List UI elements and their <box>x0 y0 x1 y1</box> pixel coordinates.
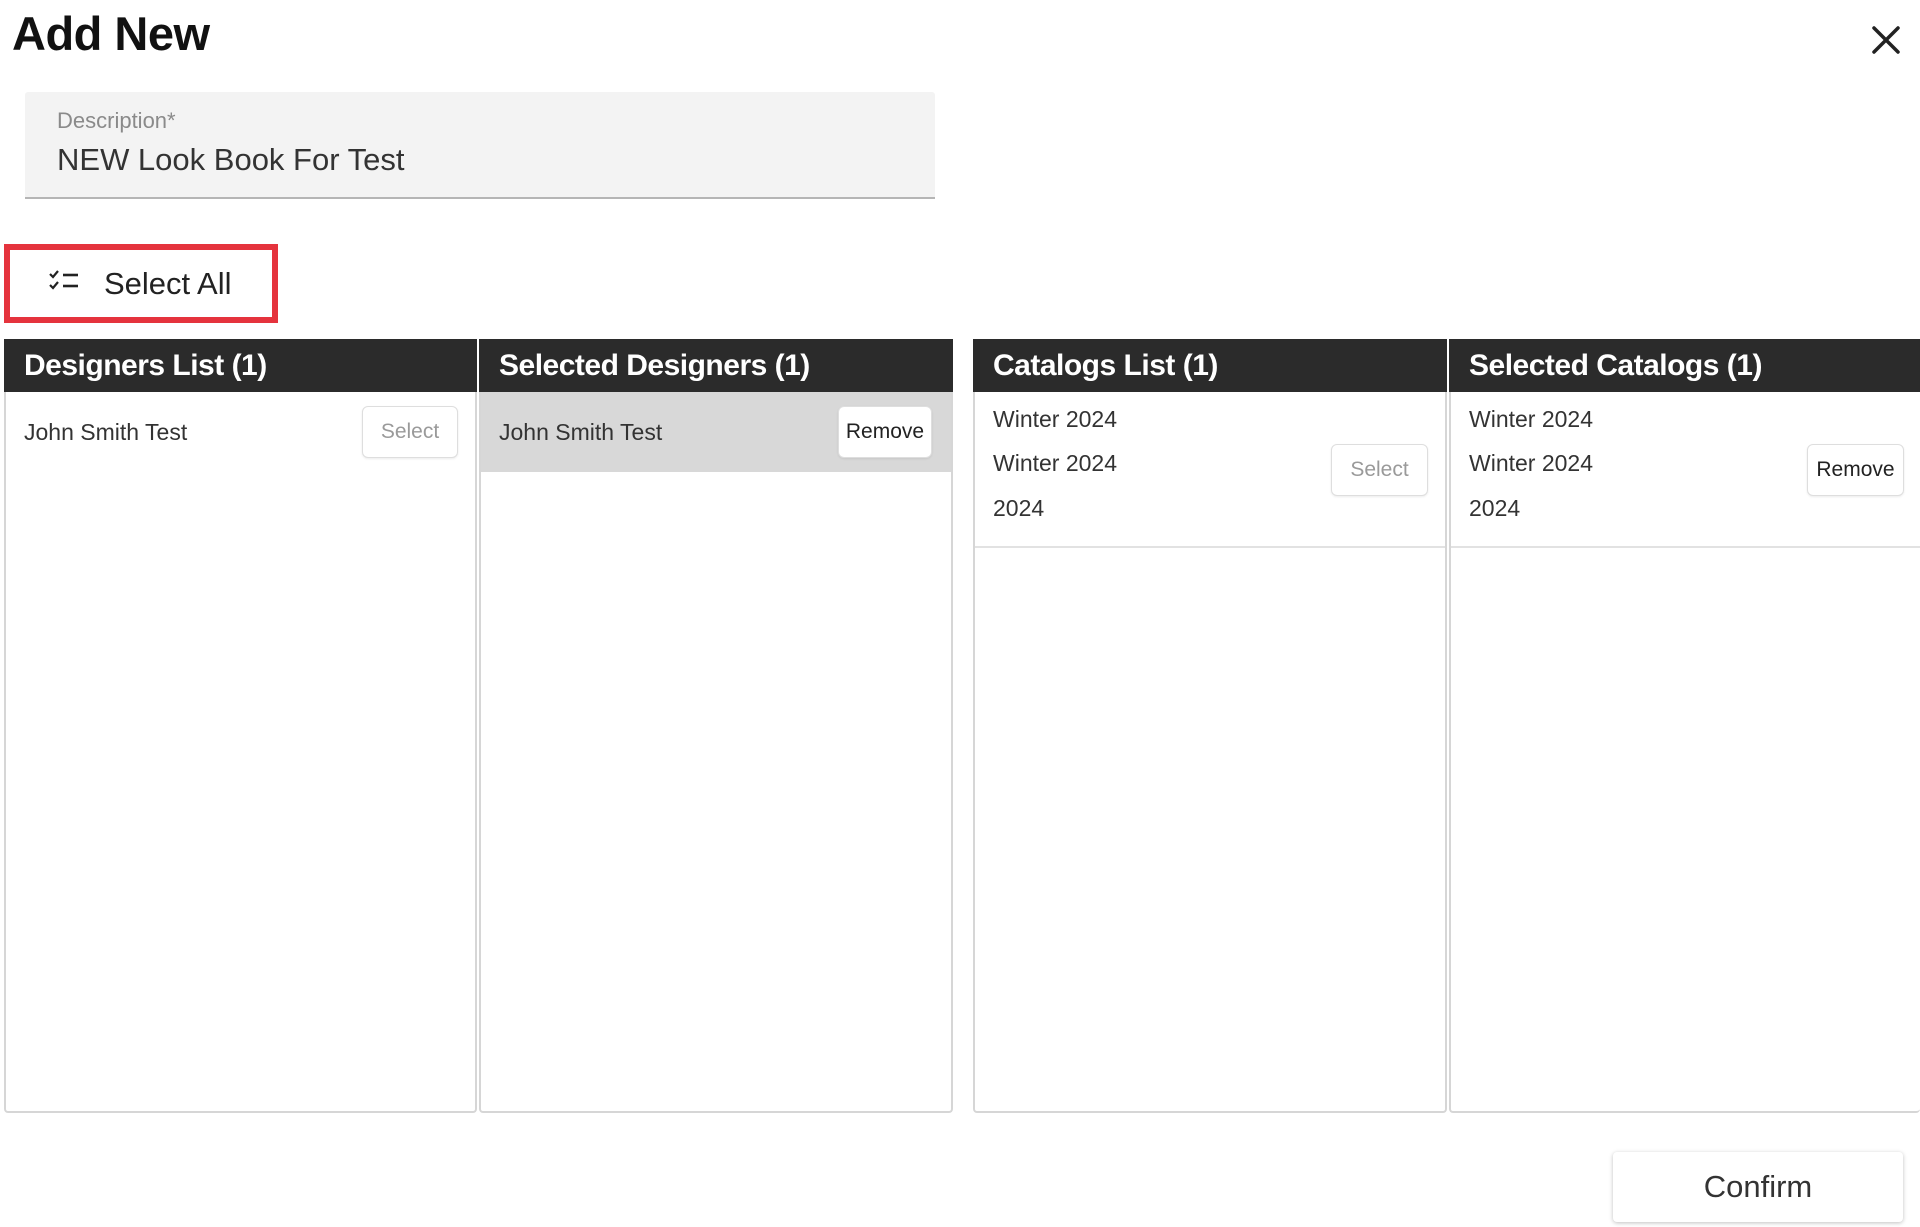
selected-designers-panel: Selected Designers (1) John Smith Test R… <box>479 339 953 1113</box>
add-new-dialog: Add New Description* Select All Designer… <box>0 0 1920 1227</box>
selected-catalogs-header: Selected Catalogs (1) <box>1449 339 1920 392</box>
catalog-line: Winter 2024 <box>1469 450 1594 476</box>
catalog-line: 2024 <box>993 495 1045 521</box>
designers-list-panel: Designers List (1) John Smith Test Selec… <box>4 339 477 1113</box>
select-designer-button[interactable]: Select <box>362 406 458 458</box>
checklist-icon <box>48 268 80 294</box>
description-input[interactable] <box>57 142 897 178</box>
selected-designers-header: Selected Designers (1) <box>479 339 953 392</box>
select-catalog-button[interactable]: Select <box>1331 444 1428 496</box>
list-item: Winter 2024 Winter 2024 2024 Select <box>975 392 1445 548</box>
remove-catalog-button[interactable]: Remove <box>1807 444 1904 496</box>
dialog-title: Add New <box>12 7 210 60</box>
catalog-line: Winter 2024 <box>993 406 1118 432</box>
designers-list-header: Designers List (1) <box>4 339 477 392</box>
catalog-line: 2024 <box>1469 495 1521 521</box>
select-all-button[interactable]: Select All <box>4 244 278 323</box>
selected-catalogs-panel: Selected Catalogs (1) Winter 2024 Winter… <box>1449 339 1920 1113</box>
designer-name: John Smith Test <box>499 419 663 445</box>
catalog-line: Winter 2024 <box>1469 406 1594 432</box>
select-all-label: Select All <box>104 266 232 301</box>
catalog-line: Winter 2024 <box>993 450 1118 476</box>
remove-designer-button[interactable]: Remove <box>838 406 932 458</box>
catalogs-list-header: Catalogs List (1) <box>973 339 1447 392</box>
close-icon[interactable] <box>1866 20 1906 60</box>
list-item: Winter 2024 Winter 2024 2024 Remove <box>1451 392 1920 548</box>
description-label: Description* <box>57 108 176 133</box>
description-field[interactable]: Description* <box>25 92 935 199</box>
designer-name: John Smith Test <box>24 419 188 445</box>
catalogs-list-panel: Catalogs List (1) Winter 2024 Winter 202… <box>973 339 1447 1113</box>
confirm-button[interactable]: Confirm <box>1613 1152 1903 1222</box>
list-item: John Smith Test Remove <box>481 392 951 472</box>
list-item: John Smith Test Select <box>6 392 475 472</box>
